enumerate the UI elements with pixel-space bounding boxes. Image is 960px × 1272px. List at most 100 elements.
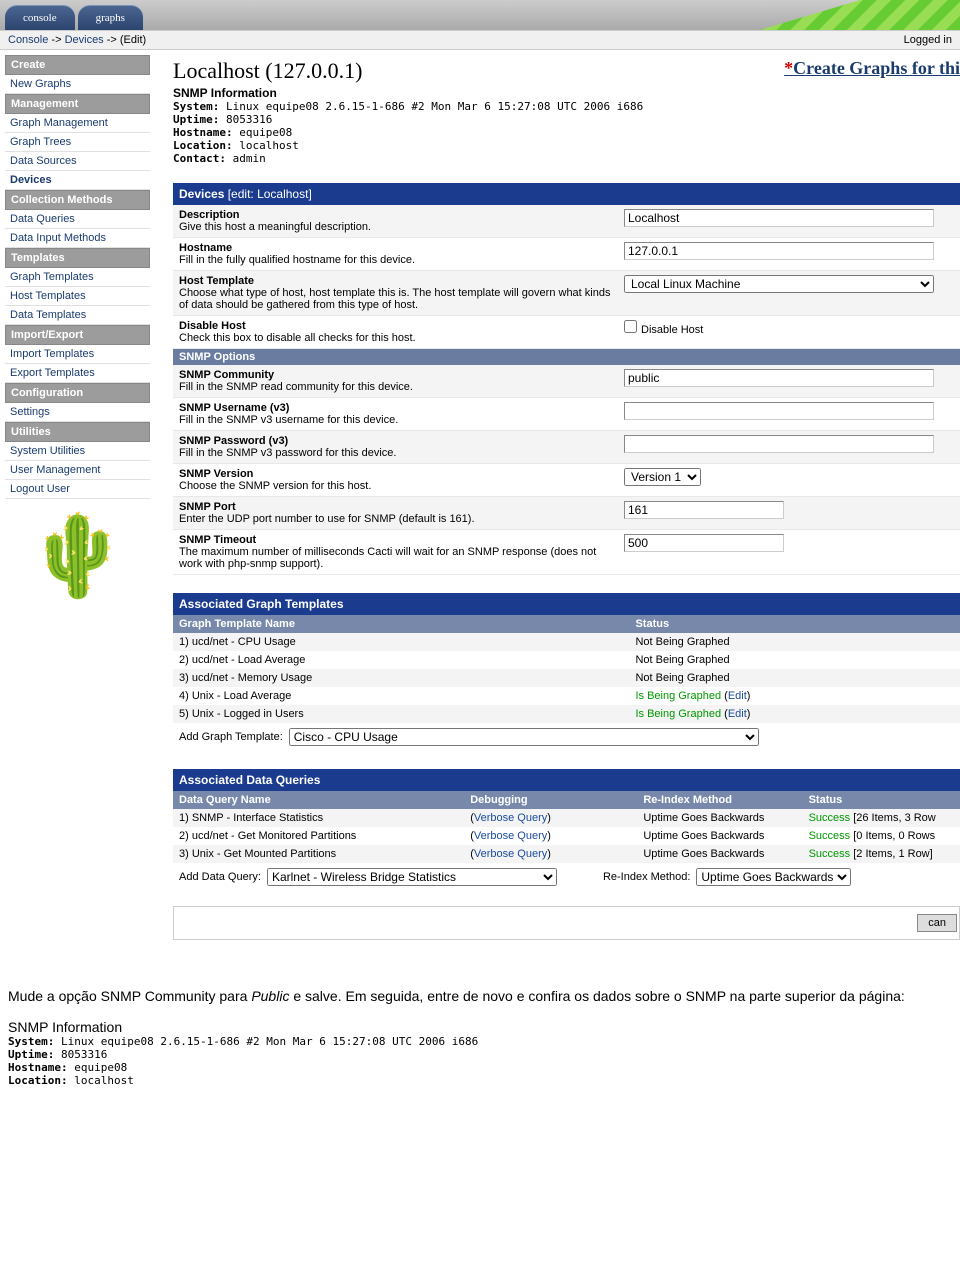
sidebar-graph-templates[interactable]: Graph Templates — [5, 268, 150, 287]
sidebar-data-templates[interactable]: Data Templates — [5, 306, 150, 325]
sidebar-devices[interactable]: Devices — [5, 171, 150, 190]
sidebar-data-queries[interactable]: Data Queries — [5, 210, 150, 229]
disable-label: Disable Host — [179, 320, 246, 332]
desc-help: Give this host a meaningful description. — [179, 221, 371, 233]
breadcrumb-console[interactable]: Console — [8, 34, 48, 46]
add-graph-label: Add Graph Template: — [179, 731, 283, 743]
devices-panel-header: Devices [edit: Localhost] — [173, 183, 960, 205]
sidebar-header-configuration: Configuration — [5, 383, 150, 403]
cactus-icon: 🌵 — [5, 509, 150, 603]
sidebar-graph-management[interactable]: Graph Management — [5, 114, 150, 133]
snmp-uptime: Uptime: 8053316 — [173, 113, 960, 126]
verbose-query-link[interactable]: Verbose Query — [474, 812, 547, 824]
snmp-timeout-input[interactable] — [624, 534, 784, 552]
host-template-select[interactable]: Local Linux Machine — [624, 275, 934, 293]
port-label: SNMP Port — [179, 501, 236, 513]
sidebar-settings[interactable]: Settings — [5, 403, 150, 422]
description-input[interactable] — [624, 209, 934, 227]
table-row: 4) Unix - Load AverageIs Being Graphed (… — [173, 687, 960, 705]
snmp-port-input[interactable] — [624, 501, 784, 519]
snmp-community-input[interactable] — [624, 369, 934, 387]
col-data-reindex: Re-Index Method — [637, 791, 802, 809]
sidebar-new-graphs[interactable]: New Graphs — [5, 75, 150, 94]
sidebar-user-management[interactable]: User Management — [5, 461, 150, 480]
hostname-help: Fill in the fully qualified hostname for… — [179, 254, 415, 266]
sidebar-graph-trees[interactable]: Graph Trees — [5, 133, 150, 152]
sidebar-import-templates[interactable]: Import Templates — [5, 345, 150, 364]
snmp-contact: Contact: admin — [173, 152, 960, 165]
edit-link[interactable]: Edit — [728, 708, 747, 720]
content: *Create Graphs for thi Localhost (127.0.… — [155, 50, 960, 948]
sidebar-header-management: Management — [5, 94, 150, 114]
disable-host-checkbox[interactable] — [624, 320, 637, 333]
pass-label: SNMP Password (v3) — [179, 435, 288, 447]
add-data-select[interactable]: Karlnet - Wireless Bridge Statistics — [267, 868, 557, 886]
instruction-text: Mude a opção SNMP Community para Public … — [8, 988, 952, 1004]
table-row: 2) ucd/net - Get Monitored Partitions(Ve… — [173, 827, 960, 845]
create-graphs-link[interactable]: *Create Graphs for thi — [784, 58, 960, 79]
breadcrumb-devices[interactable]: Devices — [65, 34, 104, 46]
timeout-help: The maximum number of milliseconds Cacti… — [179, 546, 596, 570]
ver-help: Choose the SNMP version for this host. — [179, 480, 371, 492]
breadcrumb-current: (Edit) — [120, 34, 146, 46]
table-row: 3) Unix - Get Mounted Partitions(Verbose… — [173, 845, 960, 863]
logged-in-label: Logged in — [904, 34, 952, 46]
comm-help: Fill in the SNMP read community for this… — [179, 381, 413, 393]
table-row: 1) SNMP - Interface Statistics(Verbose Q… — [173, 809, 960, 827]
snmp-info-title: SNMP Information — [173, 86, 960, 100]
add-data-row: Add Data Query: Karlnet - Wireless Bridg… — [173, 863, 960, 891]
add-graph-select[interactable]: Cisco - CPU Usage — [289, 728, 759, 746]
port-help: Enter the UDP port number to use for SNM… — [179, 513, 475, 525]
disable-chk-label: Disable Host — [641, 324, 703, 336]
sidebar-data-input-methods[interactable]: Data Input Methods — [5, 229, 150, 248]
user-label: SNMP Username (v3) — [179, 402, 289, 414]
tab-graphs[interactable]: graphs — [78, 5, 143, 30]
sidebar-header-importexport: Import/Export — [5, 325, 150, 345]
breadcrumb: Console -> Devices -> (Edit) Logged in — [0, 30, 960, 50]
user-help: Fill in the SNMP v3 username for this de… — [179, 414, 398, 426]
sidebar-logout-user[interactable]: Logout User — [5, 480, 150, 499]
bottom-snmp-title: SNMP Information — [8, 1019, 952, 1035]
col-graph-name: Graph Template Name — [173, 615, 629, 633]
snmp-system: System: Linux equipe08 2.6.15-1-686 #2 M… — [173, 100, 960, 113]
sidebar-header-utilities: Utilities — [5, 422, 150, 442]
edit-link[interactable]: Edit — [728, 690, 747, 702]
ver-label: SNMP Version — [179, 468, 253, 480]
top-tab-bar: console graphs — [0, 0, 960, 30]
cancel-button[interactable]: can — [917, 914, 957, 932]
sidebar-export-templates[interactable]: Export Templates — [5, 364, 150, 383]
sidebar: Create New Graphs Management Graph Manag… — [0, 50, 155, 948]
snmp-options-header: SNMP Options — [173, 349, 960, 365]
reindex-select[interactable]: Uptime Goes Backwards — [696, 868, 851, 886]
sidebar-data-sources[interactable]: Data Sources — [5, 152, 150, 171]
snmp-location: Location: localhost — [173, 139, 960, 152]
assoc-data-table: Data Query Name Debugging Re-Index Metho… — [173, 791, 960, 863]
verbose-query-link[interactable]: Verbose Query — [474, 848, 547, 860]
bottom-uptime: Uptime: 8053316 — [8, 1048, 952, 1061]
verbose-query-link[interactable]: Verbose Query — [474, 830, 547, 842]
sidebar-host-templates[interactable]: Host Templates — [5, 287, 150, 306]
table-row: 3) ucd/net - Memory UsageNot Being Graph… — [173, 669, 960, 687]
bottom-system: System: Linux equipe08 2.6.15-1-686 #2 M… — [8, 1035, 952, 1048]
snmp-password-input[interactable] — [624, 435, 934, 453]
reindex-label: Re-Index Method: — [603, 871, 690, 883]
pass-help: Fill in the SNMP v3 password for this de… — [179, 447, 396, 459]
disable-help: Check this box to disable all checks for… — [179, 332, 416, 344]
sidebar-system-utilities[interactable]: System Utilities — [5, 442, 150, 461]
hosttmpl-label: Host Template — [179, 275, 254, 287]
desc-label: Description — [179, 209, 240, 221]
table-row: 2) ucd/net - Load AverageNot Being Graph… — [173, 651, 960, 669]
table-row: 1) ucd/net - CPU UsageNot Being Graphed — [173, 633, 960, 651]
col-data-name: Data Query Name — [173, 791, 464, 809]
tab-console[interactable]: console — [5, 5, 75, 30]
add-graph-row: Add Graph Template: Cisco - CPU Usage — [173, 723, 960, 751]
snmp-username-input[interactable] — [624, 402, 934, 420]
col-data-status: Status — [803, 791, 960, 809]
snmp-version-select[interactable]: Version 1 — [624, 468, 701, 486]
bottom-location: Location: localhost — [8, 1074, 952, 1087]
col-graph-status: Status — [629, 615, 960, 633]
hostname-input[interactable] — [624, 242, 934, 260]
add-data-label: Add Data Query: — [179, 871, 261, 883]
col-data-debug: Debugging — [464, 791, 637, 809]
hostname-label: Hostname — [179, 242, 232, 254]
